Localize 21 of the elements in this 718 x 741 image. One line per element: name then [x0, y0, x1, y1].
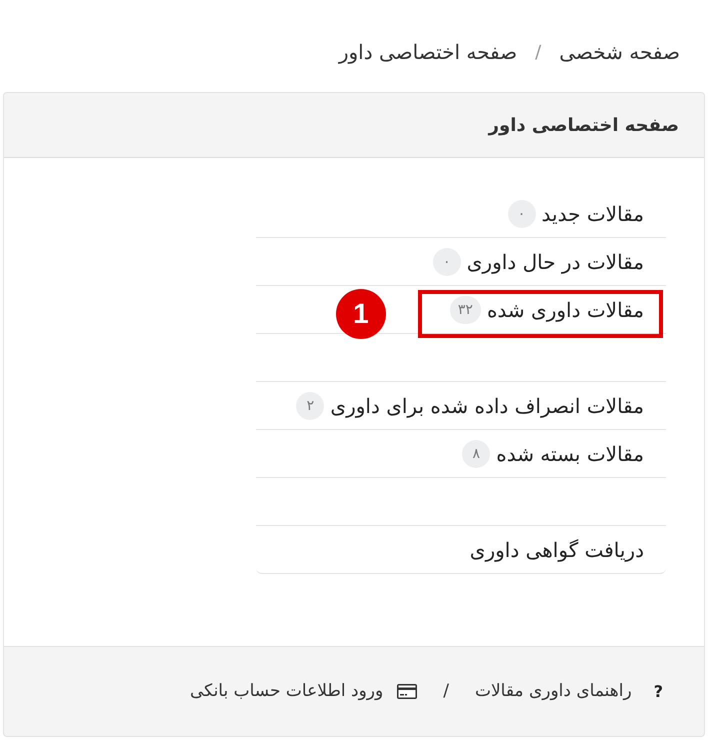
callout-number: 1 — [336, 288, 386, 338]
footer-separator: / — [443, 680, 449, 703]
footer-link[interactable]: ورود اطلاعات حساب بانکی — [190, 678, 384, 704]
count-badge: ۳۲ — [450, 296, 481, 324]
credit-card-icon — [397, 684, 418, 699]
menu-link[interactable]: مقالات انصراف داده شده برای داوری — [330, 392, 644, 420]
menu-link[interactable]: مقالات داوری شده — [486, 296, 644, 324]
count-badge: ۸ — [462, 440, 490, 468]
count-badge: ۲ — [296, 392, 324, 420]
count-badge: ۰ — [432, 248, 461, 276]
count-badge: ۰ — [508, 200, 536, 228]
breadcrumb-separator: / — [535, 40, 542, 64]
menu-link[interactable]: دریافت گواهی داوری — [470, 536, 644, 564]
question-icon: ? — [654, 684, 663, 700]
breadcrumb-link[interactable]: صفحه شخصی — [559, 37, 680, 67]
footer-link[interactable]: راهنمای داوری مقالات — [474, 678, 632, 704]
card-title: صفحه اختصاصی داور — [488, 114, 679, 138]
menu-link[interactable]: مقالات جدید — [542, 200, 644, 228]
menu-link[interactable]: مقالات در حال داوری — [466, 248, 644, 276]
menu-link[interactable]: مقالات بسته شده — [496, 440, 644, 468]
breadcrumb-link[interactable]: صفحه اختصاصی داور — [338, 37, 518, 67]
